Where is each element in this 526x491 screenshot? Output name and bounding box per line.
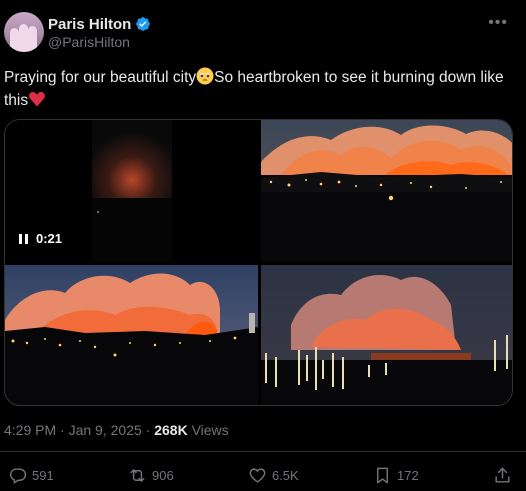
video-time: 0:21 bbox=[36, 231, 63, 246]
share-button[interactable] bbox=[493, 466, 512, 485]
media-image-3[interactable] bbox=[261, 265, 512, 405]
pleading-face-emoji-icon bbox=[196, 67, 214, 85]
bookmark-count: 172 bbox=[397, 467, 419, 483]
fire-photo-2 bbox=[5, 265, 258, 405]
media-image-1[interactable] bbox=[261, 120, 512, 262]
fire-photo-1 bbox=[261, 120, 512, 262]
avatar[interactable] bbox=[4, 12, 44, 52]
tweet-date[interactable]: Jan 9, 2025 bbox=[69, 422, 142, 438]
pause-icon[interactable] bbox=[19, 233, 28, 244]
author-names: Paris Hilton @ParisHilton bbox=[48, 15, 151, 50]
media-image-2[interactable] bbox=[5, 265, 258, 405]
video-player[interactable]: 0:21 bbox=[5, 120, 258, 262]
divider bbox=[0, 451, 526, 452]
media-grid: 0:21 bbox=[4, 119, 513, 406]
action-bar: 591 906 6.5K 172 bbox=[8, 464, 512, 486]
tweet-meta: 4:29 PM · Jan 9, 2025 · 268K Views bbox=[4, 422, 229, 438]
repost-count: 906 bbox=[151, 467, 174, 483]
views-label: Views bbox=[191, 422, 229, 438]
reply-icon bbox=[9, 467, 27, 484]
like-button[interactable]: 6.5K bbox=[248, 466, 299, 485]
handle[interactable]: @ParisHilton bbox=[48, 34, 151, 50]
broken-heart-emoji-icon bbox=[29, 92, 46, 107]
display-name[interactable]: Paris Hilton bbox=[48, 16, 131, 33]
share-icon bbox=[495, 467, 510, 483]
like-count: 6.5K bbox=[271, 467, 299, 483]
video-controls: 0:21 bbox=[19, 231, 62, 246]
bookmark-button[interactable]: 172 bbox=[373, 466, 419, 485]
bookmark-icon bbox=[377, 467, 388, 483]
more-horizontal-icon[interactable]: ••• bbox=[488, 14, 508, 32]
tweet-text-part1: Praying for our beautiful city bbox=[4, 69, 197, 86]
fire-photo-3 bbox=[261, 265, 512, 405]
views-count: 268K bbox=[154, 422, 188, 438]
verified-badge-icon bbox=[136, 17, 151, 31]
tweet-time[interactable]: 4:29 PM bbox=[4, 422, 56, 438]
heart-icon bbox=[249, 467, 266, 483]
tweet-text: Praying for our beautiful city So heartbr… bbox=[4, 66, 504, 112]
repost-icon bbox=[130, 468, 145, 482]
reply-count: 591 bbox=[32, 467, 54, 483]
tweet-header: Paris Hilton @ParisHilton ••• bbox=[4, 12, 516, 56]
repost-button[interactable]: 906 bbox=[128, 466, 174, 485]
reply-button[interactable]: 591 bbox=[8, 466, 54, 485]
